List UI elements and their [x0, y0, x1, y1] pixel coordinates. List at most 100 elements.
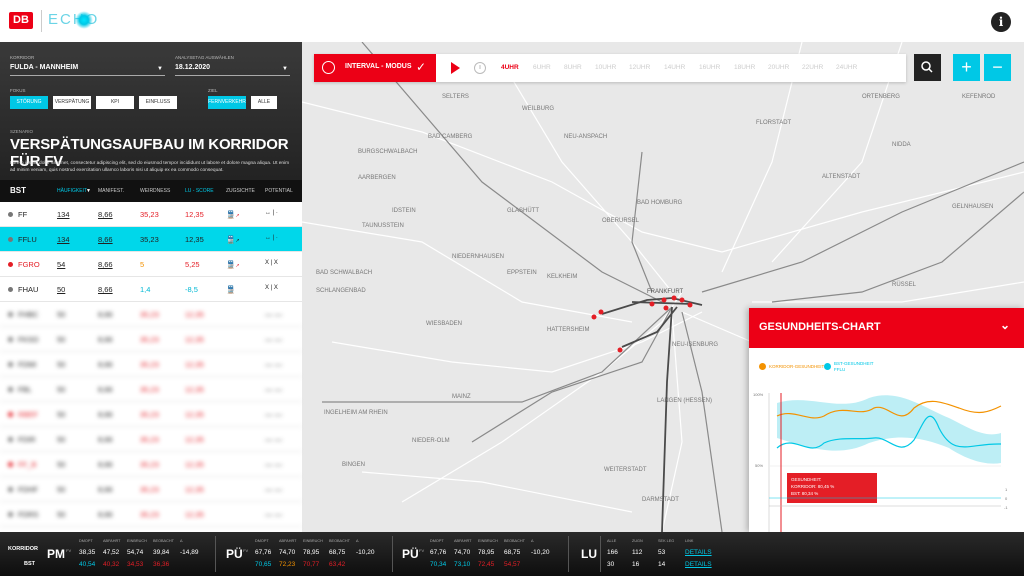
cell-manifest[interactable]: 8,66	[98, 235, 113, 244]
zoom-out-button[interactable]: −	[984, 54, 1011, 81]
fokus-label: FOKUS	[10, 88, 26, 93]
col-lu-score[interactable]: LU - SCORE	[185, 188, 214, 194]
cell-haeufigkeit[interactable]: 50	[57, 285, 65, 294]
table-row[interactable]: FF 134 8,66 35,23 12,35 🚆↗ ↔ | ·	[0, 202, 302, 227]
info-icon[interactable]: i	[991, 12, 1011, 32]
table-row[interactable]: RBEF 50 8,66 35,23 12,35 — —	[0, 402, 302, 427]
cell-manifest[interactable]: 8,66	[98, 260, 113, 269]
details-link[interactable]: DETAILS	[685, 561, 712, 568]
hour-20[interactable]: 20UHR	[768, 64, 789, 71]
lu-header: ALLE	[607, 539, 617, 543]
chip-stoerung[interactable]: STÖRUNG	[10, 96, 48, 109]
kpi-value: 36,36	[153, 561, 170, 568]
status-dot	[8, 337, 13, 342]
lu-value: 16	[632, 561, 640, 568]
table-row[interactable]: FHAU 50 8,66 1,4 -8,5 🚆 X | X	[0, 277, 302, 302]
divider	[568, 536, 569, 572]
details-link[interactable]: DETAILS	[685, 549, 712, 556]
status-dot	[8, 437, 13, 442]
search-button[interactable]	[914, 54, 941, 81]
play-icon[interactable]	[451, 62, 460, 74]
cell-haeufigkeit[interactable]: 134	[57, 235, 70, 244]
hour-18[interactable]: 18UHR	[734, 64, 755, 71]
hour-6[interactable]: 6UHR	[533, 64, 551, 71]
status-dot	[8, 312, 13, 317]
cell-haeufigkeit: 50	[57, 510, 66, 519]
hour-16[interactable]: 16UHR	[699, 64, 720, 71]
col-weirdness[interactable]: WEIRDNESS	[140, 188, 170, 194]
table-row[interactable]: FHBC 50 8,66 35,23 12,35 — —	[0, 302, 302, 327]
lu-value: 14	[658, 561, 666, 568]
kpi-header: ABFAHRT	[279, 539, 297, 543]
chip-fernverkehr[interactable]: FERNVERKEHR	[208, 96, 246, 109]
chip-verspaetung[interactable]: VERSPÄTUNG	[53, 96, 91, 109]
cell-bst: FHAU	[18, 285, 39, 294]
table-row[interactable]: FDIR 50 8,66 35,23 12,35 — —	[0, 427, 302, 452]
hour-8[interactable]: 8UHR	[564, 64, 582, 71]
cell-weirdness: 35,23	[140, 510, 159, 519]
cell-potential: — —	[265, 460, 283, 469]
table-row[interactable]: FDHF 50 8,66 35,23 12,35 — —	[0, 477, 302, 502]
table-row-selected[interactable]: FFLU 134 8,66 35,23 12,35 🚆↗ ↔ | ·	[0, 227, 302, 252]
map-label: BINGEN	[342, 462, 366, 468]
train-icon[interactable]: 🚆	[226, 285, 235, 294]
chip-einfluss[interactable]: EINFLUSS	[139, 96, 177, 109]
cell-lu: 12,35	[185, 485, 204, 494]
right-tick: 1	[1005, 487, 1008, 492]
hour-24[interactable]: 24UHR	[836, 64, 857, 71]
cell-manifest: 8,66	[98, 460, 113, 469]
cell-weirdness: 1,4	[140, 285, 151, 294]
hour-14[interactable]: 14UHR	[664, 64, 685, 71]
cell-haeufigkeit: 50	[57, 360, 66, 369]
map-label: NIEDERNHAUSEN	[452, 254, 505, 260]
col-zugsichte[interactable]: ZUGSICHTE	[226, 188, 255, 194]
tooltip-bst: BST: 80,34 %	[791, 491, 819, 496]
kpi-value: 72,23	[279, 561, 296, 568]
col-bst[interactable]: BST	[10, 186, 26, 195]
hour-22[interactable]: 22UHR	[802, 64, 823, 71]
scenario-label: SZENARIO	[10, 129, 34, 134]
date-select[interactable]: 18.12.2020 ▼	[175, 64, 290, 76]
col-haeufigkeit[interactable]: HÄUFIGKEIT	[57, 188, 87, 194]
kpi-header: BEOBACHT	[504, 539, 525, 543]
table-row[interactable]: FDMI 50 8,66 35,23 12,35 — —	[0, 352, 302, 377]
cell-manifest[interactable]: 8,66	[98, 210, 113, 219]
interval-mode-button[interactable]: INTERVAL - MODUS ✓	[314, 54, 436, 82]
train-icon[interactable]: 🚆↗	[226, 235, 240, 244]
cell-haeufigkeit[interactable]: 54	[57, 260, 65, 269]
cell-weirdness: 35,23	[140, 435, 159, 444]
korridor-select[interactable]: FULDA - MANNHEIM ▼	[10, 64, 165, 76]
cell-manifest: 8,66	[98, 510, 113, 519]
hour-4[interactable]: 4UHR	[501, 64, 519, 71]
table-row[interactable]: FKSO 50 8,66 35,23 12,35 — —	[0, 327, 302, 352]
col-manifest[interactable]: MANIFEST.	[98, 188, 124, 194]
train-icon[interactable]: 🚆↗	[226, 210, 240, 219]
table-row[interactable]: FGRO 54 8,66 5 5,25 🚆↗ X | X	[0, 252, 302, 277]
hour-10[interactable]: 10UHR	[595, 64, 616, 71]
map-label: FLORSTADT	[756, 120, 792, 126]
sort-desc-icon: ▼	[86, 188, 91, 194]
lu-value: 112	[632, 549, 643, 556]
col-potential[interactable]: POTENTIAL	[265, 188, 293, 194]
cell-potential: — —	[265, 385, 283, 394]
table-row[interactable]: FBL 50 8,66 35,23 12,35 — —	[0, 377, 302, 402]
cell-haeufigkeit: 50	[57, 410, 66, 419]
chip-kpi[interactable]: KPI	[96, 96, 134, 109]
cell-haeufigkeit[interactable]: 134	[57, 210, 70, 219]
date-value: 18.12.2020	[175, 64, 211, 71]
kpi-value: 39,84	[153, 549, 170, 556]
right-tick: -1	[1004, 505, 1008, 510]
table-row[interactable]: FDRS 50 8,66 35,23 12,35 — —	[0, 502, 302, 527]
kpi-header: EINBRUCH	[478, 539, 498, 543]
map-label: RÜSSEL	[892, 282, 917, 288]
zoom-in-button[interactable]: +	[953, 54, 980, 81]
train-icon[interactable]: 🚆↗	[226, 260, 240, 269]
status-dot	[8, 412, 13, 417]
cell-manifest[interactable]: 8,66	[98, 285, 113, 294]
map-label: NEU-ANSPACH	[564, 134, 608, 140]
map-label: ORTENBERG	[862, 94, 900, 100]
hour-12[interactable]: 12UHR	[629, 64, 650, 71]
table-row[interactable]: FF_B 50 8,66 35,23 12,35 — —	[0, 452, 302, 477]
chip-alle[interactable]: ALLE	[251, 96, 277, 109]
pause-icon[interactable]: II	[474, 62, 486, 74]
